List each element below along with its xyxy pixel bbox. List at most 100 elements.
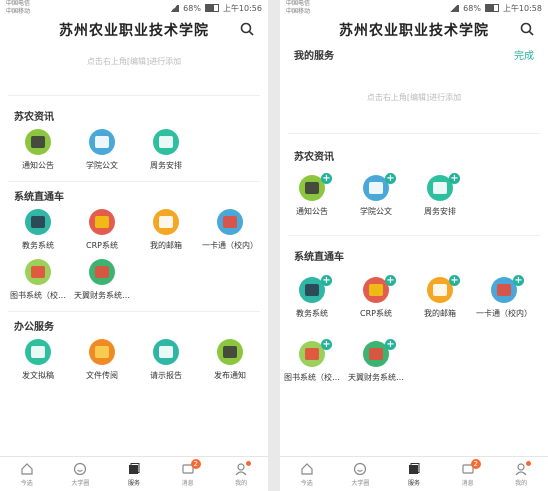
mail-icon <box>153 209 179 235</box>
add-icon[interactable]: + <box>449 275 460 286</box>
finance-icon <box>89 259 115 285</box>
service-official-docs[interactable]: + 学院公文 <box>344 173 408 217</box>
tab-campus[interactable]: 大学圈 <box>334 457 388 491</box>
service-finance-system[interactable]: + 天翼财务系统… <box>344 339 408 383</box>
books-icon <box>25 259 51 285</box>
app-title: 苏州农业职业技术学院 <box>59 23 209 39</box>
service-publish-notice[interactable]: 发布通知 <box>198 339 262 381</box>
service-mailbox[interactable]: 我的邮箱 <box>134 209 198 251</box>
message-badge: 2 <box>470 459 481 469</box>
section-title-news: 苏农资讯 <box>14 112 54 123</box>
tab-messages[interactable]: 消息 2 <box>441 457 495 491</box>
service-weekly-schedule[interactable]: + 周务安排 <box>408 173 472 217</box>
service-label: 发文拟稿 <box>22 371 54 380</box>
add-icon[interactable]: + <box>321 173 332 184</box>
service-label: 天翼财务系统… <box>348 373 404 382</box>
service-label: 文件传阅 <box>86 371 118 380</box>
service-weekly-schedule[interactable]: 周务安排 <box>134 129 198 171</box>
services-icon <box>128 462 140 474</box>
service-notice[interactable]: 通知公告 <box>6 129 70 171</box>
app-header: 苏州农业职业技术学院 <box>0 16 268 44</box>
smile-icon <box>354 462 367 475</box>
search-icon[interactable] <box>520 22 534 36</box>
tab-profile[interactable]: 我的 <box>494 457 548 491</box>
crp-icon <box>89 209 115 235</box>
tab-home[interactable]: 今选 <box>0 457 54 491</box>
screen-services-view: 中国电信 中国移动 68% 上午10:56 苏州农业职业技术学院 点击右上角[编… <box>0 0 268 491</box>
news-grid: + 通知公告 + 学院公文 + 周务安排 <box>280 173 548 217</box>
service-mailbox[interactable]: + 我的邮箱 <box>408 275 472 319</box>
add-icon[interactable]: + <box>449 173 460 184</box>
edit-hint: 点击右上角[编辑]进行添加 <box>86 57 182 66</box>
clock: 上午10:58 <box>502 3 542 13</box>
carrier-2: 中国移动 <box>6 8 31 15</box>
service-crp-system[interactable]: CRP系统 <box>70 209 134 251</box>
battery-icon <box>484 4 499 12</box>
signal-icon <box>169 4 180 12</box>
message-badge: 2 <box>190 459 201 469</box>
tab-home[interactable]: 今选 <box>280 457 334 491</box>
systems-grid: + 教务系统 + CRP系统 + 我的邮箱 + 一卡通（校内） + 图书系统（校… <box>280 275 548 383</box>
office-grid: 发文拟稿 文件传阅 请示报告 发布通知 <box>0 339 268 381</box>
tab-services[interactable]: 服务 <box>107 457 161 491</box>
app-header: 苏州农业职业技术学院 <box>280 16 548 44</box>
publish-icon <box>217 339 243 365</box>
document-icon <box>89 129 115 155</box>
tab-messages[interactable]: 消息 2 <box>161 457 215 491</box>
service-label: 学院公文 <box>360 207 392 216</box>
news-grid: 通知公告 学院公文 周务安排 <box>0 129 268 171</box>
service-official-docs[interactable]: 学院公文 <box>70 129 134 171</box>
service-label: 周务安排 <box>424 207 456 216</box>
section-title-news: 苏农资讯 <box>294 152 334 163</box>
service-label: 通知公告 <box>296 207 328 216</box>
draft-icon <box>25 339 51 365</box>
service-label: 一卡通（校内） <box>202 241 258 250</box>
status-bar: 中国电信 中国移动 68% 上午10:58 <box>280 0 548 16</box>
service-label: 一卡通（校内） <box>476 309 532 318</box>
service-file-circulation[interactable]: 文件传阅 <box>70 339 134 381</box>
tab-campus[interactable]: 大学圈 <box>54 457 108 491</box>
notice-icon <box>25 129 51 155</box>
report-icon <box>153 339 179 365</box>
service-label: 天翼财务系统… <box>74 291 130 300</box>
service-draft[interactable]: 发文拟稿 <box>6 339 70 381</box>
screen-edit-view: 中国电信 中国移动 68% 上午10:58 苏州农业职业技术学院 我的 服务 完成… <box>280 0 548 491</box>
service-label: 学院公文 <box>86 161 118 170</box>
card-icon <box>217 209 243 235</box>
add-icon[interactable]: + <box>385 173 396 184</box>
service-academic-system[interactable]: + 教务系统 <box>280 275 344 319</box>
add-icon[interactable]: + <box>321 339 332 350</box>
service-crp-system[interactable]: + CRP系统 <box>344 275 408 319</box>
service-campus-card[interactable]: + 一卡通（校内） <box>472 275 536 319</box>
battery-percent: 68% <box>463 3 481 13</box>
service-label: 请示报告 <box>150 371 182 380</box>
signal-icon <box>449 4 460 12</box>
tab-services[interactable]: 服务 <box>387 457 441 491</box>
service-notice[interactable]: + 通知公告 <box>280 173 344 217</box>
service-academic-system[interactable]: 教务系统 <box>6 209 70 251</box>
add-icon[interactable]: + <box>321 275 332 286</box>
home-icon <box>301 462 313 475</box>
status-bar: 中国电信 中国移动 68% 上午10:56 <box>0 0 268 16</box>
tab-profile[interactable]: 我的 <box>214 457 268 491</box>
service-label: 通知公告 <box>22 161 54 170</box>
service-request-report[interactable]: 请示报告 <box>134 339 198 381</box>
service-finance-system[interactable]: 天翼财务系统… <box>70 259 134 301</box>
done-button[interactable]: 完成 <box>514 47 534 62</box>
service-campus-card[interactable]: 一卡通（校内） <box>198 209 262 251</box>
add-icon[interactable]: + <box>385 275 396 286</box>
schedule-icon <box>153 129 179 155</box>
services-icon <box>408 462 420 474</box>
section-title-systems: 系统直通车 <box>294 252 344 263</box>
service-label: 图书系统（校… <box>10 291 66 300</box>
service-label: 教务系统 <box>22 241 54 250</box>
carrier-1: 中国电信 <box>6 0 31 7</box>
add-icon[interactable]: + <box>385 339 396 350</box>
service-library-system[interactable]: 图书系统（校… <box>6 259 70 301</box>
search-icon[interactable] <box>240 22 254 36</box>
carrier-2: 中国移动 <box>286 8 311 15</box>
section-title-office: 办公服务 <box>14 322 54 333</box>
add-icon[interactable]: + <box>513 275 524 286</box>
service-library-system[interactable]: + 图书系统（校… <box>280 339 344 383</box>
battery-icon <box>204 4 219 12</box>
